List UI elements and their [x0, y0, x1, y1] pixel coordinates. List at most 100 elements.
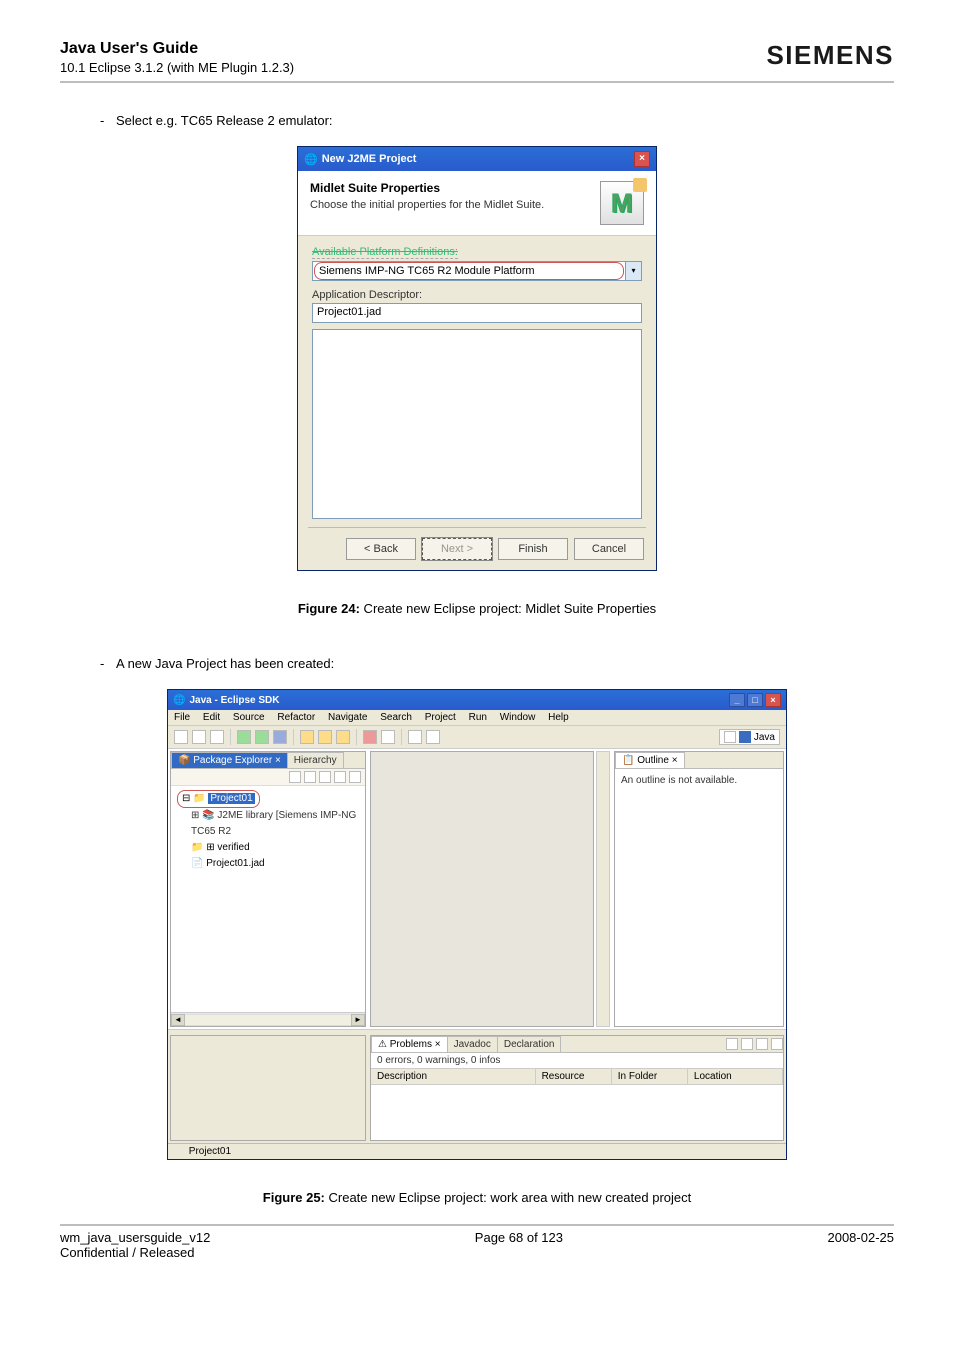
java-perspective-icon	[739, 731, 751, 743]
minimize-icon[interactable]: _	[729, 693, 745, 707]
perspective-switcher[interactable]: Java	[719, 729, 780, 745]
figure-24-text: Create new Eclipse project: Midlet Suite…	[360, 601, 656, 616]
col-infolder[interactable]: In Folder	[612, 1069, 688, 1084]
tab-declaration[interactable]: Declaration	[497, 1036, 562, 1052]
forward-icon[interactable]	[426, 730, 440, 744]
tree-project-label: Project01	[208, 793, 254, 804]
run-icon[interactable]	[255, 730, 269, 744]
problems-body	[371, 1085, 783, 1140]
tree-verified-folder[interactable]: ⊞ verified	[191, 840, 359, 856]
menu-project[interactable]: Project	[425, 712, 456, 723]
menu-edit[interactable]: Edit	[203, 712, 220, 723]
toolbar-icon[interactable]	[273, 730, 287, 744]
dialog-header: Midlet Suite Properties Choose the initi…	[298, 171, 656, 236]
descriptor-area	[312, 329, 642, 519]
outline-view: 📋 Outline × An outline is not available.	[614, 751, 784, 1027]
finish-button[interactable]: Finish	[498, 538, 568, 560]
figure-24-caption: Figure 24: Create new Eclipse project: M…	[60, 601, 894, 616]
cancel-button[interactable]: Cancel	[574, 538, 644, 560]
menu-search[interactable]: Search	[380, 712, 412, 723]
col-resource[interactable]: Resource	[536, 1069, 612, 1084]
tree-jad-file[interactable]: Project01.jad	[191, 856, 359, 872]
tree-library-label: J2ME library [Siemens IMP-NG TC65 R2	[191, 810, 356, 837]
perspective-label: Java	[754, 732, 775, 743]
bullet-dash: -	[100, 113, 116, 128]
toolbar-icon[interactable]	[363, 730, 377, 744]
close-icon[interactable]: ×	[765, 693, 781, 707]
tab-package-explorer[interactable]: 📦 Package Explorer ×	[171, 752, 288, 768]
tab-javadoc[interactable]: Javadoc	[447, 1036, 498, 1052]
new-class-icon[interactable]	[300, 730, 314, 744]
link-icon[interactable]	[334, 771, 346, 783]
collapse-icon[interactable]	[319, 771, 331, 783]
menu-file[interactable]: File	[174, 712, 190, 723]
doc-subtitle: 10.1 Eclipse 3.1.2 (with ME Plugin 1.2.3…	[60, 60, 294, 75]
doc-title: Java User's Guide	[60, 40, 294, 58]
figure-25-text: Create new Eclipse project: work area wi…	[325, 1190, 691, 1205]
new-package-icon[interactable]	[318, 730, 332, 744]
tab-outline[interactable]: 📋 Outline ×	[615, 752, 685, 768]
ide-titlebar[interactable]: 🌐 Java - Eclipse SDK _ □ ×	[168, 690, 786, 710]
figure-25-caption: Figure 25: Create new Eclipse project: w…	[60, 1190, 894, 1205]
toolbar-icon[interactable]	[336, 730, 350, 744]
back-icon[interactable]	[408, 730, 422, 744]
toolbar-icon[interactable]	[210, 730, 224, 744]
ide-menubar[interactable]: File Edit Source Refactor Navigate Searc…	[168, 710, 786, 726]
menu-run[interactable]: Run	[469, 712, 487, 723]
toolbar-icon[interactable]	[192, 730, 206, 744]
editor-area	[370, 751, 594, 1027]
outline-empty-text: An outline is not available.	[615, 769, 783, 792]
menu-navigate[interactable]: Navigate	[328, 712, 367, 723]
menu-icon[interactable]	[741, 1038, 753, 1050]
maximize-view-icon[interactable]	[771, 1038, 783, 1050]
maximize-icon[interactable]: □	[747, 693, 763, 707]
menu-source[interactable]: Source	[233, 712, 265, 723]
bullet-dash: -	[100, 656, 116, 671]
tree-library-node[interactable]: ⊞ 📚 J2ME library [Siemens IMP-NG TC65 R2	[191, 808, 359, 840]
platform-combo-value: Siemens IMP-NG TC65 R2 Module Platform	[314, 262, 624, 280]
bullet-1: - Select e.g. TC65 Release 2 emulator:	[100, 113, 894, 128]
close-icon[interactable]: ×	[634, 151, 650, 167]
scroll-left-icon[interactable]: ◄	[171, 1014, 185, 1026]
dialog-titlebar[interactable]: 🌐 New J2ME Project ×	[298, 147, 656, 171]
col-description[interactable]: Description	[371, 1069, 536, 1084]
tree-verified-label: verified	[217, 842, 249, 853]
open-perspective-icon[interactable]	[724, 731, 736, 743]
scroll-right-icon[interactable]: ►	[351, 1014, 365, 1026]
app-descriptor-label: Application Descriptor:	[312, 289, 642, 301]
minimize-view-icon[interactable]	[756, 1038, 768, 1050]
bullet-2-text: A new Java Project has been created:	[116, 656, 334, 671]
problems-columns: Description Resource In Folder Location	[371, 1068, 783, 1085]
filter-icon[interactable]	[726, 1038, 738, 1050]
search-icon[interactable]	[381, 730, 395, 744]
menu-help[interactable]: Help	[548, 712, 569, 723]
back-button[interactable]: < Back	[346, 538, 416, 560]
eclipse-icon: 🌐	[304, 153, 318, 166]
menu-window[interactable]: Window	[500, 712, 536, 723]
tab-hierarchy[interactable]: Hierarchy	[287, 752, 344, 768]
tree-project-node[interactable]: ⊟ 📁 Project01	[177, 790, 260, 808]
platform-combo[interactable]: Siemens IMP-NG TC65 R2 Module Platform ▾	[312, 261, 642, 281]
menu-refactor[interactable]: Refactor	[277, 712, 315, 723]
forward-icon[interactable]	[304, 771, 316, 783]
horizontal-scrollbar[interactable]: ◄ ►	[171, 1012, 365, 1026]
menu-icon[interactable]	[349, 771, 361, 783]
ide-toolbar: Java	[168, 726, 786, 749]
toolbar-icon[interactable]	[174, 730, 188, 744]
new-j2me-dialog: 🌐 New J2ME Project × Midlet Suite Proper…	[297, 146, 657, 571]
bullet-1-text: Select e.g. TC65 Release 2 emulator:	[116, 113, 333, 128]
platform-defs-label: Available Platform Definitions:	[312, 246, 458, 259]
footer-classification: Confidential / Released	[60, 1245, 894, 1260]
problems-summary: 0 errors, 0 warnings, 0 infos	[371, 1053, 783, 1068]
back-icon[interactable]	[289, 771, 301, 783]
debug-icon[interactable]	[237, 730, 251, 744]
midlet-suite-subtitle: Choose the initial properties for the Mi…	[310, 199, 600, 211]
next-button[interactable]: Next >	[422, 538, 492, 560]
tab-problems[interactable]: ⚠ Problems ×	[371, 1036, 448, 1052]
eclipse-icon: 🌐	[173, 695, 185, 706]
project-tree[interactable]: ⊟ 📁 Project01 ⊞ 📚 J2ME library [Siemens …	[171, 786, 365, 876]
chevron-down-icon[interactable]: ▾	[625, 262, 641, 280]
col-location[interactable]: Location	[688, 1069, 783, 1084]
problems-view: ⚠ Problems × Javadoc Declaration 0 error…	[370, 1035, 784, 1141]
app-descriptor-field[interactable]: Project01.jad	[312, 303, 642, 323]
